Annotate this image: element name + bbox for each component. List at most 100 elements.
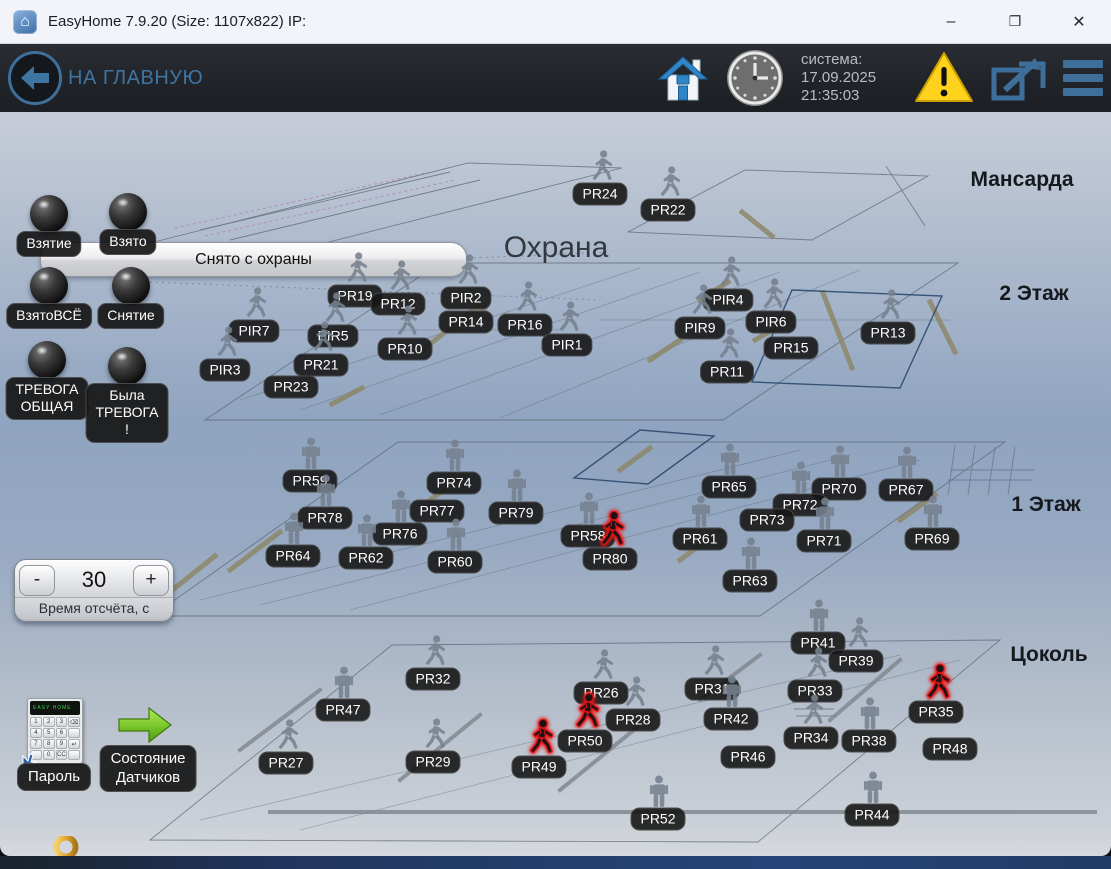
led-label: Была ТРЕВОГА ! [86,383,169,443]
sensors-state-label: Состояние Датчиков [100,745,197,792]
key-icon[interactable] [48,836,84,856]
keypad-key: 8 [43,739,55,749]
person-icon [420,635,448,667]
person-icon [921,664,953,700]
sensor-label: PR71 [796,530,851,553]
open-external-icon[interactable] [991,54,1047,102]
sensor-label: PR34 [783,727,838,750]
keypad-key: 2 [43,717,55,727]
sensor-label: PR74 [426,472,481,495]
keypad-key: 7 [30,739,42,749]
countdown-panel: - 30 + Время отсчёта, с [14,559,174,622]
person-icon [859,771,887,803]
keypad-key: ⌫ [68,717,80,727]
person-icon [587,150,615,182]
window-titlebar: ⌂ EasyHome 7.9.20 (Size: 1107x822) IP: –… [0,0,1111,44]
led-sphere [30,195,68,233]
person-icon [312,474,340,506]
sensor-label: PR28 [605,709,660,732]
sensor-label: PR62 [338,547,393,570]
person-icon [645,775,673,807]
person-icon [787,461,815,493]
app-icon: ⌂ [13,10,37,34]
countdown-plus-button[interactable]: + [133,565,169,596]
sensor-label: PR10 [377,338,432,361]
led-sphere [30,267,68,305]
person-icon [554,301,582,333]
sensor-label: PR60 [427,551,482,574]
warning-icon[interactable] [913,50,975,106]
person-icon [718,675,746,707]
floor-label-цоколь: Цоколь [1010,643,1087,667]
person-icon [875,289,903,321]
password-keypad-icon[interactable]: EASY HOME 123⌫456789↵0CC [27,698,83,764]
person-icon [655,166,683,198]
sensor-label: PR64 [265,545,320,568]
person-icon [342,252,370,284]
footer-bar [0,856,1111,869]
sensor-label: PR39 [828,650,883,673]
menu-icon[interactable] [1063,60,1103,96]
sensor-label: PR42 [703,708,758,731]
keypad-key: 9 [56,739,68,749]
sensor-label: PR63 [722,570,777,593]
person-icon [453,254,481,286]
led-label: Взято [99,229,156,255]
person-icon [811,497,839,529]
sensor-label: PR23 [263,376,318,399]
sensor-label: PR48 [922,738,977,761]
clock-icon[interactable] [725,48,785,108]
person-icon [212,326,240,358]
led-label: Взятие [16,231,81,257]
person-icon [687,495,715,527]
sensor-label: PR13 [860,322,915,345]
led-sphere [112,267,150,305]
sensor-label: PR49 [511,756,566,779]
security-map: Охрана Снято с охраны - 30 + Время отсчё… [0,112,1111,856]
person-icon [687,284,715,316]
page-title: Охрана [504,231,609,265]
person-icon [919,495,947,527]
person-icon [620,676,648,708]
sensor-label: PR61 [672,528,727,551]
floor-label-2-этаж: 2 Этаж [999,282,1068,306]
sensors-state-arrow-icon[interactable] [117,705,173,745]
person-icon [588,649,616,681]
person-icon [716,443,744,475]
countdown-minus-button[interactable]: - [19,565,55,596]
sensor-label: PR52 [630,808,685,831]
home-icon[interactable] [657,51,709,105]
sensor-label: PR21 [293,354,348,377]
keypad-key [68,750,80,760]
sensor-label: PR14 [438,311,493,334]
person-icon [805,599,833,631]
person-icon [856,697,884,729]
floor-label-1-этаж: 1 Этаж [1011,493,1080,517]
back-button[interactable]: НА ГЛАВНУЮ [8,51,203,105]
person-icon [273,719,301,751]
sensor-label: PR15 [763,337,818,360]
top-navigation: НА ГЛАВНУЮ система: 17.09.2025 [0,44,1111,112]
led-sphere [109,193,147,231]
person-icon [503,469,531,501]
led-sphere [28,341,66,379]
close-button[interactable]: ✕ [1047,0,1111,43]
minimize-button[interactable]: – [919,0,983,43]
person-icon [758,278,786,310]
sensor-label: PR24 [572,183,627,206]
sensor-label: PR69 [904,528,959,551]
keypad-key [68,728,80,738]
keypad-key: 1 [30,717,42,727]
sensor-label: PIR3 [199,359,250,382]
person-icon [441,439,469,471]
sensor-label: PR38 [841,730,896,753]
countdown-caption: Время отсчёта, с [15,597,173,619]
person-icon [893,446,921,478]
sensor-label: PR80 [582,548,637,571]
person-icon [802,647,830,679]
keypad-key: 4 [30,728,42,738]
person-icon [280,512,308,544]
sensor-label: PR47 [315,699,370,722]
maximize-button[interactable]: ❐ [983,0,1047,43]
person-icon [798,694,826,726]
